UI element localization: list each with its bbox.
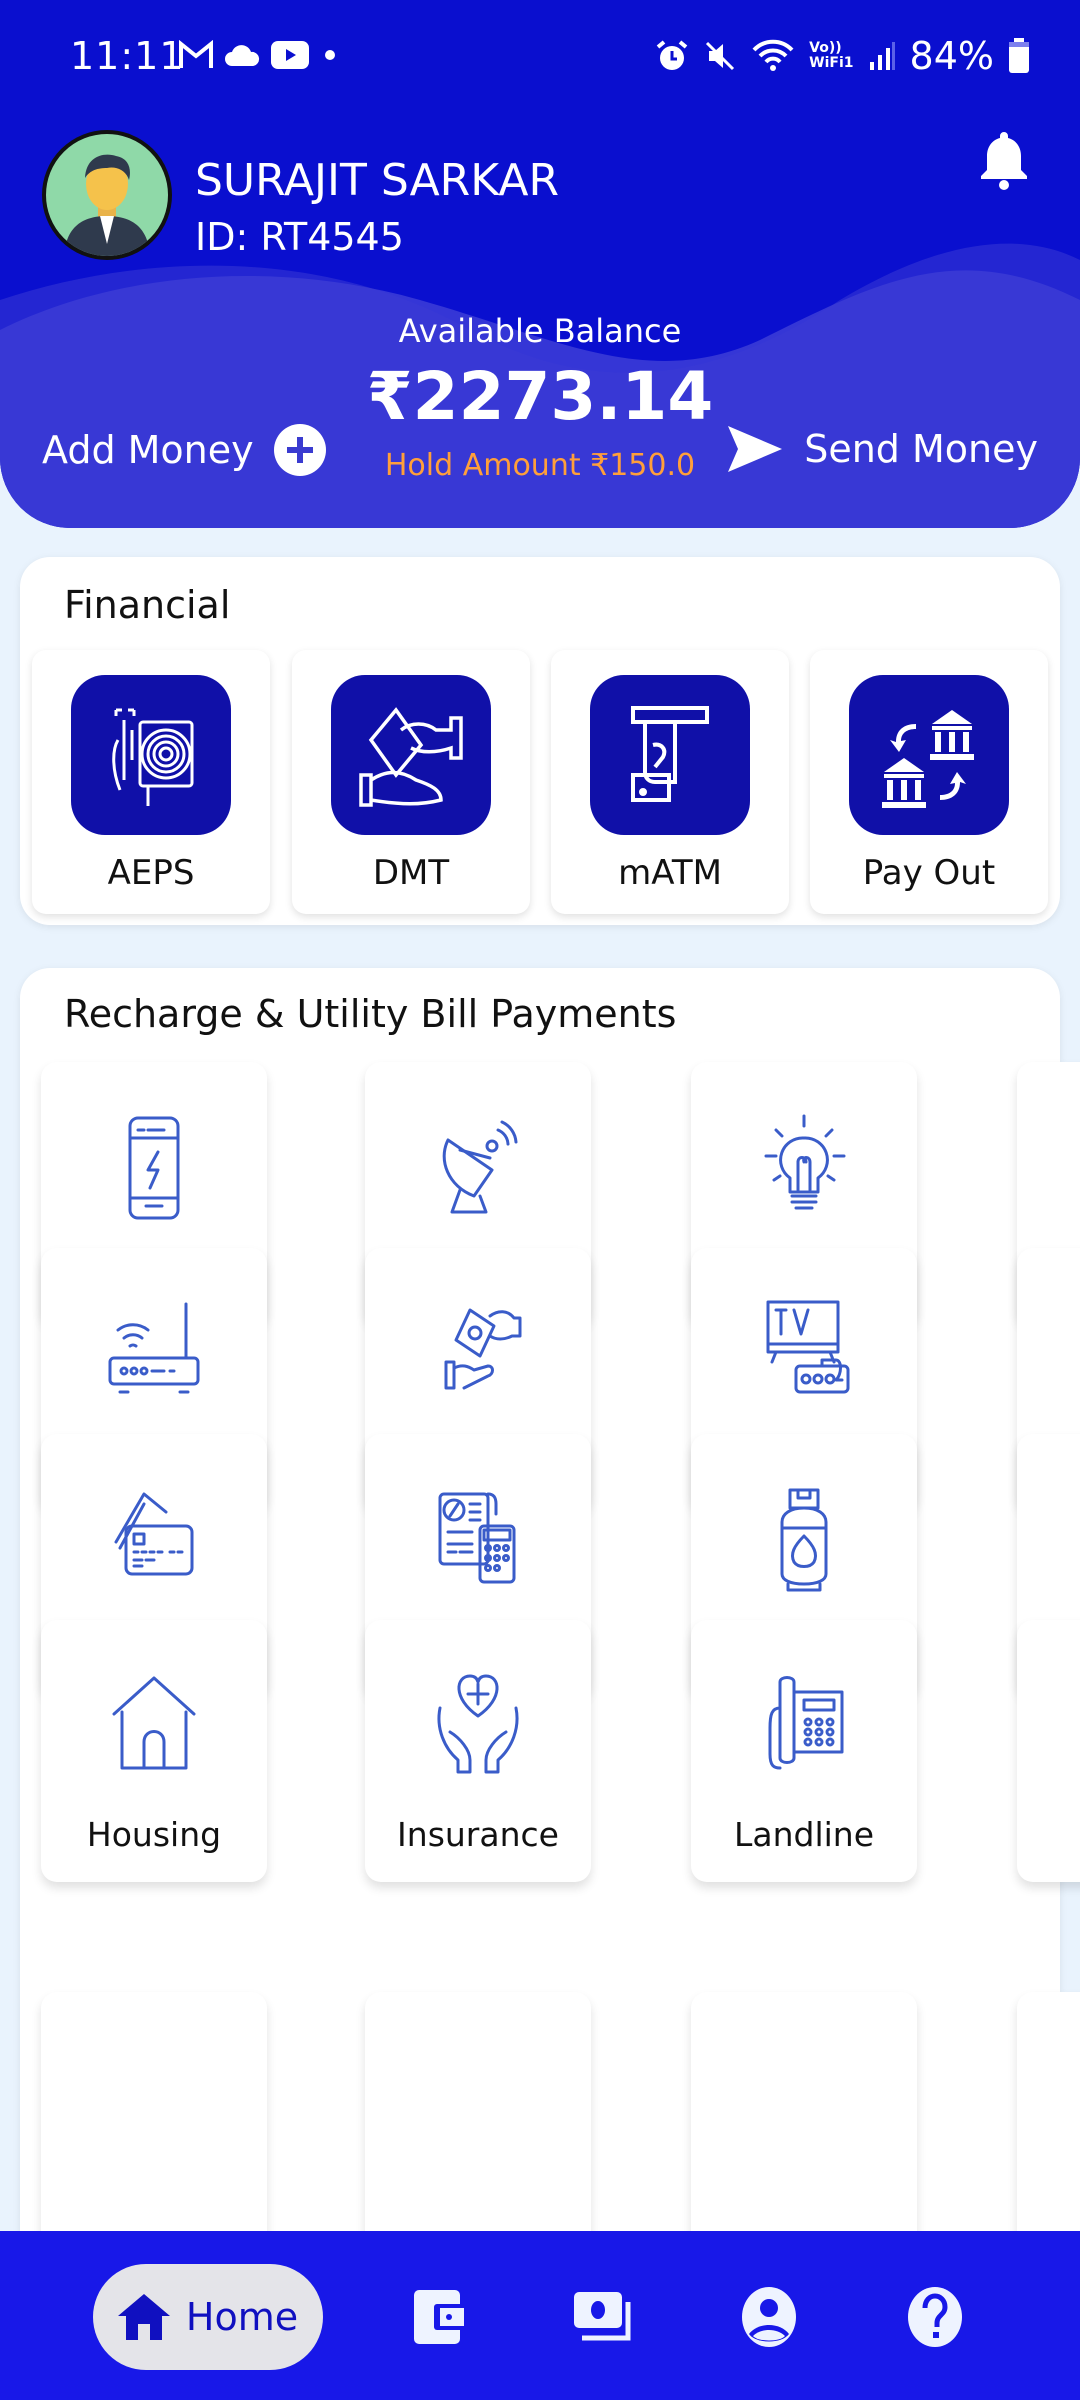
status-time: 11:11 [70,34,185,78]
utility-item-landline[interactable]: Landline [691,1620,917,1882]
landline-icon [768,1676,844,1770]
bulb-icon [764,1114,846,1210]
signal-icon [869,42,895,70]
utility-item-partial[interactable] [365,1992,591,2254]
bottom-navigation: Home [0,2231,1080,2400]
atm-icon [590,675,750,835]
avatar[interactable] [42,130,172,260]
user-name: SURAJIT SARKAR [195,155,560,206]
satellite-dish-icon [442,1120,518,1214]
nav-home-label: Home [185,2295,299,2339]
financial-item-matm[interactable]: mATM [551,650,789,914]
financial-item-label: mATM [618,853,722,893]
send-money-button[interactable]: Send Money [726,424,1038,474]
hospital-icon [1072,1482,1080,1598]
club-icon [1072,1296,1080,1412]
avatar-person-icon [64,154,150,256]
wifi-icon [752,39,794,71]
utility-item-partial[interactable] [1017,1992,1080,2254]
utility-item-insurance[interactable]: Insurance [365,1620,591,1882]
add-money-button[interactable]: Add Money [42,424,326,476]
cloud-icon [225,45,260,66]
youtube-icon [271,41,309,69]
financial-title: Financial [64,583,231,627]
financial-item-label: Pay Out [862,853,996,893]
payments-icon[interactable] [570,2284,636,2350]
nav-home-tab[interactable]: Home [93,2264,323,2370]
volte-wifi-icon: Vo)) WiFi1 [809,40,854,71]
financial-item-dmt[interactable]: DMT [292,650,530,914]
credit-card-icon [114,1492,194,1576]
loan-icon [444,1308,522,1390]
financial-item-aeps[interactable]: AEPS [32,650,270,914]
insurance-icon [437,1674,519,1774]
utility-item-label: Landline [733,1815,875,1854]
dot-icon [325,50,335,60]
user-id: ID: RT4545 [195,215,404,259]
battery-icon [1009,38,1029,73]
plus-icon [273,424,326,476]
wallet-icon[interactable] [408,2284,474,2350]
notification-bell-icon[interactable] [978,130,1030,190]
utility-item-label: Metro [1017,1815,1080,1854]
profile-icon[interactable] [736,2284,802,2350]
balance-label: Available Balance [398,312,682,350]
financial-item-pay-out[interactable]: Pay Out [810,650,1048,914]
toll-gate-icon [1072,1110,1080,1226]
gas-cylinder-icon [780,1488,828,1592]
utility-section: Recharge & Utility Bill Payments MobileD… [20,968,1080,2268]
router-icon [108,1302,200,1394]
money-transfer-icon [331,675,491,835]
home-icon [117,2294,170,2340]
mobile-icon [128,1116,180,1220]
status-bar: 11:11 Vo)) WiFi1 84% [0,0,1080,120]
house-icon [112,1676,196,1770]
header: 11:11 Vo)) WiFi1 84% SURAJIT SARKAR ID: … [0,0,1080,528]
help-icon[interactable] [902,2284,968,2350]
utility-item-housing[interactable]: Housing [41,1620,267,1882]
bank-transfer-icon [849,675,1009,835]
alarm-icon [656,40,688,70]
utility-item-partial[interactable] [691,1992,917,2254]
utility-title: Recharge & Utility Bill Payments [64,992,677,1036]
metro-icon [1072,1668,1080,1784]
utility-item-label: Insurance [397,1815,559,1854]
education-fee-icon [438,1492,516,1584]
send-money-label: Send Money [804,427,1038,471]
fingerprint-icon [71,675,231,835]
tv-icon [766,1300,850,1394]
financial-item-label: DMT [372,853,450,893]
financial-item-label: AEPS [107,853,195,893]
battery-percent: 84% [909,34,994,78]
utility-item-partial[interactable] [41,1992,267,2254]
financial-section: Financial AEPS DMT mATM Pay Out [20,557,1060,925]
gmail-icon [179,40,213,68]
utility-item-label: Housing [86,1815,222,1854]
add-money-label: Add Money [42,428,254,472]
mute-icon [706,41,735,71]
send-icon [728,426,783,472]
utility-item-metro[interactable]: Metro [1017,1620,1080,1882]
